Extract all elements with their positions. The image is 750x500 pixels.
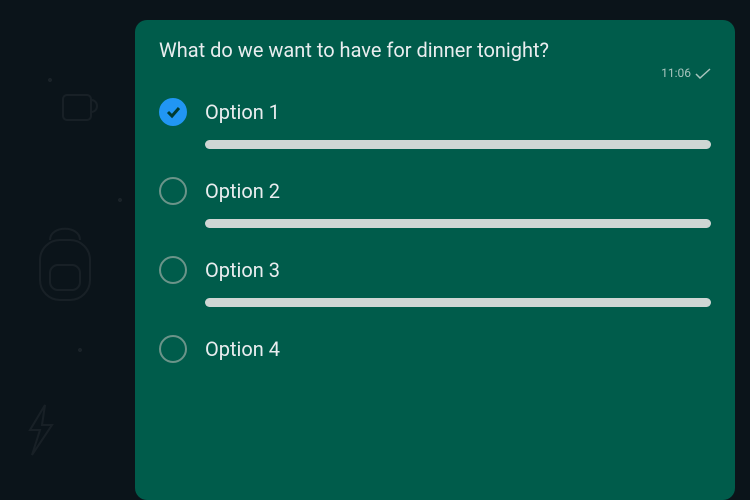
sent-check-icon (695, 68, 711, 79)
doodle-cup (55, 80, 105, 130)
poll-option[interactable]: Option 4 (159, 335, 711, 363)
radio-unselected-icon[interactable] (159, 335, 187, 363)
radio-selected-icon[interactable] (159, 98, 187, 126)
vote-progress-bar (205, 140, 711, 149)
option-label: Option 1 (205, 100, 280, 124)
radio-unselected-icon[interactable] (159, 177, 187, 205)
option-label: Option 2 (205, 179, 280, 203)
poll-options-list: Option 1 Option 2 Option 3 Option 4 (159, 98, 711, 363)
option-label: Option 3 (205, 258, 280, 282)
option-label: Option 4 (205, 337, 280, 361)
doodle-lightning (20, 400, 60, 460)
message-timestamp: 11:06 (661, 66, 691, 80)
doodle-backpack (30, 220, 100, 310)
vote-progress-bar (205, 219, 711, 228)
vote-progress-bar (205, 298, 711, 307)
radio-unselected-icon[interactable] (159, 256, 187, 284)
poll-option[interactable]: Option 1 (159, 98, 711, 149)
poll-message-bubble: What do we want to have for dinner tonig… (135, 20, 735, 500)
message-meta: 11:06 (159, 66, 711, 80)
poll-question: What do we want to have for dinner tonig… (159, 38, 711, 62)
poll-option[interactable]: Option 3 (159, 256, 711, 307)
poll-option[interactable]: Option 2 (159, 177, 711, 228)
